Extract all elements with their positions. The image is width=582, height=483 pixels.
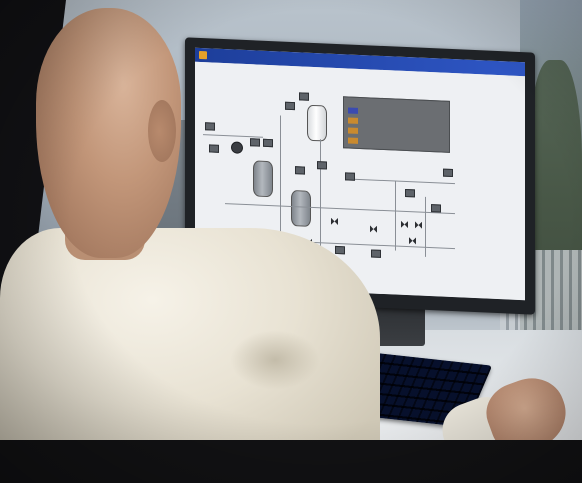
reactor-tank: [253, 160, 273, 198]
legend-row: [348, 136, 444, 148]
valve-icon: [415, 221, 422, 228]
legend-swatch: [348, 137, 358, 144]
legend-swatch: [348, 117, 358, 124]
instrument-node: [295, 166, 305, 175]
instrument-node: [250, 138, 260, 147]
valve-icon: [331, 218, 338, 225]
pipe: [345, 178, 455, 185]
instrument-node: [317, 161, 327, 170]
valve-icon: [401, 221, 408, 228]
photo-scene: [0, 0, 582, 483]
projection-border-bottom: [0, 440, 582, 483]
pipe: [395, 180, 396, 251]
pipe: [225, 203, 455, 215]
shirt-fold: [230, 330, 320, 390]
valve-icon: [370, 225, 377, 232]
pipe: [320, 139, 321, 250]
storage-tank: [307, 104, 327, 142]
valve-icon: [409, 237, 416, 244]
instrument-node: [335, 245, 345, 255]
person-shirt: [0, 228, 380, 468]
instrument-node: [263, 138, 273, 148]
reactor-tank: [291, 189, 311, 227]
instrument-node: [405, 188, 415, 198]
instrument-node: [431, 204, 441, 213]
instrument-node: [205, 122, 215, 131]
person-ear: [148, 100, 176, 162]
legend-swatch: [348, 107, 358, 114]
pipe: [280, 115, 281, 246]
instrument-node: [299, 92, 309, 101]
pipe: [203, 134, 263, 138]
instrument-node: [285, 101, 295, 111]
instrument-node: [443, 168, 453, 178]
pump-icon: [231, 141, 243, 154]
instrument-node: [209, 144, 219, 153]
app-icon: [199, 50, 207, 60]
legend-swatch: [348, 127, 358, 134]
instrument-node: [345, 172, 355, 181]
instrument-node: [371, 249, 381, 258]
legend-panel: [343, 96, 450, 153]
